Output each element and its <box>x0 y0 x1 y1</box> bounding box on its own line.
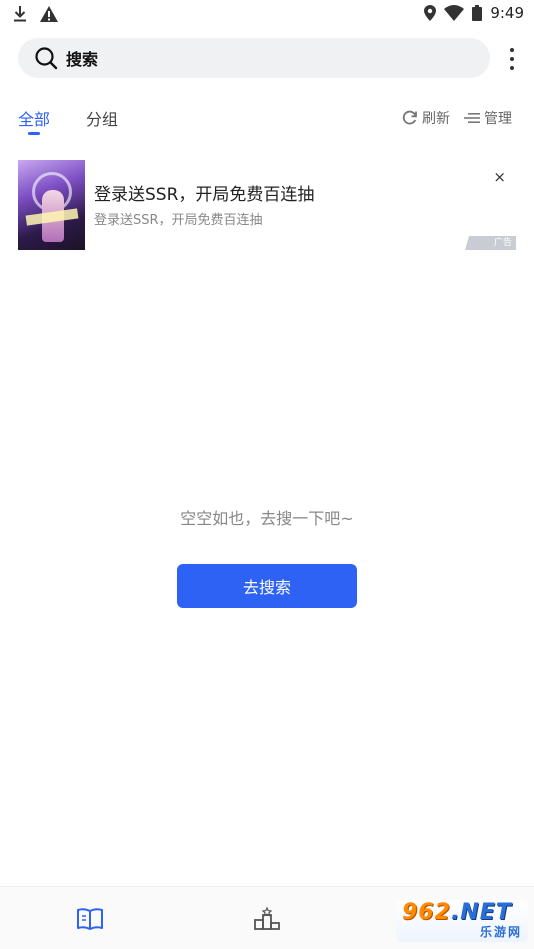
status-bar: 9:49 <box>0 0 534 30</box>
refresh-label: 刷新 <box>422 111 450 127</box>
status-left-icons <box>12 5 58 23</box>
manage-icon <box>464 113 480 123</box>
status-right-icons: 9:49 <box>424 4 524 22</box>
watermark-logo: 962.NET 乐游网 <box>396 900 528 942</box>
shelf-actions: 刷新 管理 <box>402 108 512 128</box>
download-icon <box>14 6 26 22</box>
ad-card[interactable]: 登录送SSR，开局免费百连抽 登录送SSR，开局免费百连抽 × 广告 <box>18 160 518 250</box>
watermark-subtitle: 乐游网 <box>479 925 522 939</box>
manage-button[interactable]: 管理 <box>464 108 512 128</box>
search-input[interactable]: 搜索 <box>66 46 98 70</box>
ad-badge: 广告 <box>465 236 516 250</box>
status-time: 9:49 <box>490 4 524 22</box>
refresh-button[interactable]: 刷新 <box>402 108 450 128</box>
ranking-icon[interactable] <box>253 905 281 933</box>
refresh-icon <box>402 110 417 125</box>
battery-icon <box>472 5 483 21</box>
ad-subtitle: 登录送SSR，开局免费百连抽 <box>94 213 263 228</box>
ad-image <box>18 160 85 250</box>
warning-icon <box>40 6 58 22</box>
ad-title: 登录送SSR，开局免费百连抽 <box>94 185 315 205</box>
empty-state-message: 空空如也，去搜一下吧~ <box>180 509 354 528</box>
watermark-brand: 962.NET <box>402 900 512 925</box>
search-icon <box>35 47 58 70</box>
manage-label: 管理 <box>484 111 512 127</box>
wifi-icon <box>444 5 465 21</box>
location-icon <box>424 5 437 21</box>
ad-close-button[interactable]: × <box>493 168 506 186</box>
go-search-button[interactable]: 去搜索 <box>177 564 357 608</box>
tab-groups[interactable]: 分组 <box>86 106 118 130</box>
tab-all[interactable]: 全部 <box>18 106 50 135</box>
more-options-icon[interactable] <box>508 48 516 70</box>
search-bar[interactable]: 搜索 <box>18 38 490 78</box>
shelf-tabs: 全部 分组 <box>18 106 118 135</box>
book-icon[interactable] <box>76 905 104 933</box>
